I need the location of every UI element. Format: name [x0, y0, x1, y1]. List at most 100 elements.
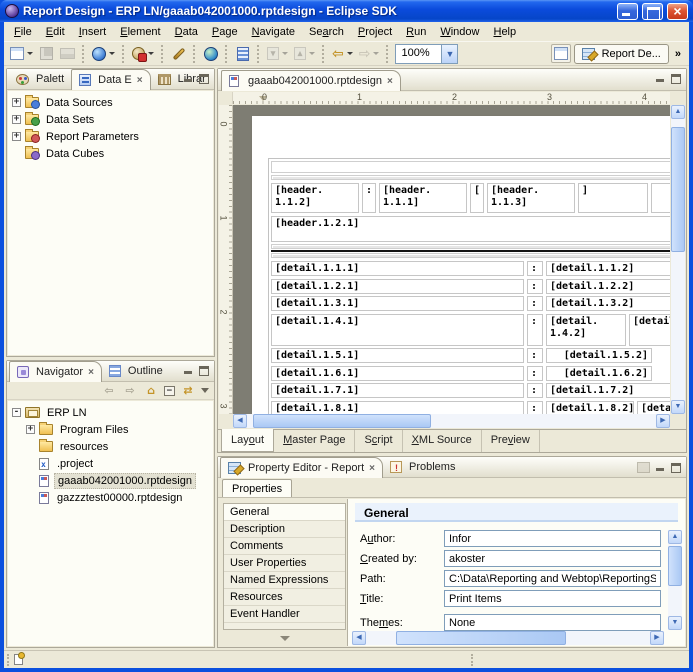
- category-user-properties[interactable]: User Properties: [224, 555, 345, 572]
- category-named-expressions[interactable]: Named Expressions: [224, 572, 345, 589]
- forward-button[interactable]: ⇨: [356, 43, 383, 64]
- zoom-dropdown-button[interactable]: ▼: [441, 44, 458, 64]
- scroll-down-icon[interactable]: [668, 616, 682, 630]
- field-input-author[interactable]: [444, 530, 661, 547]
- view-menu-icon[interactable]: [201, 388, 209, 393]
- view-menu-icon[interactable]: [637, 462, 650, 473]
- report-band-thin[interactable]: [271, 175, 670, 180]
- report-cell[interactable]: [detail.1.5.1]: [271, 348, 524, 363]
- back-button[interactable]: ⇦: [329, 43, 356, 64]
- prop-tab-problems[interactable]: Problems: [383, 457, 462, 477]
- minimize-view-icon[interactable]: [654, 74, 666, 84]
- report-cell[interactable]: [header. 1.1.2]: [271, 183, 359, 213]
- forward-icon[interactable]: ⇨: [122, 383, 138, 398]
- tree-item-data-cubes[interactable]: +Data Cubes: [8, 145, 213, 162]
- report-cell[interactable]: [detail.1.8.1]: [271, 401, 524, 415]
- tree-item-data-sets[interactable]: +Data Sets: [8, 111, 213, 128]
- report-cell[interactable]: :: [362, 183, 376, 213]
- nav-tab-navigator[interactable]: Navigator: [9, 361, 102, 382]
- report-cell[interactable]: :: [527, 279, 543, 294]
- report-cell[interactable]: [detail.1.3.2]: [546, 296, 670, 311]
- editor-tab[interactable]: gaaab042001000.rptdesign: [221, 70, 401, 91]
- tree-item-resources[interactable]: +resources: [8, 438, 213, 455]
- report-cell[interactable]: [: [470, 183, 484, 213]
- report-cell[interactable]: :: [527, 261, 543, 276]
- tree-toggle-icon[interactable]: +: [12, 98, 21, 107]
- report-design-perspective-button[interactable]: Report De...: [574, 44, 669, 64]
- tree-item--project[interactable]: +.project: [8, 455, 213, 472]
- report-cell[interactable]: [header. 1.1.1]: [379, 183, 467, 213]
- collapse-all-icon[interactable]: −: [164, 386, 175, 396]
- report-cell[interactable]: [detail.1.6.2]: [546, 366, 652, 381]
- field-input-path[interactable]: [444, 570, 661, 587]
- zoom-combo[interactable]: 100% ▼: [395, 44, 458, 64]
- tab-properties[interactable]: Properties: [222, 479, 292, 497]
- report-cell[interactable]: [detail.1.6.1]: [271, 366, 524, 381]
- maximize-view-icon[interactable]: [198, 74, 210, 84]
- scroll-thumb[interactable]: [671, 127, 685, 252]
- menu-project[interactable]: Project: [351, 24, 399, 40]
- tree-toggle-icon[interactable]: -: [12, 408, 21, 417]
- menu-run[interactable]: Run: [399, 24, 433, 40]
- report-cell[interactable]: :: [527, 348, 543, 363]
- web-button[interactable]: [200, 43, 221, 64]
- report-cell[interactable]: [detail.1.8.3]: [637, 401, 670, 415]
- menu-navigate[interactable]: Navigate: [245, 24, 302, 40]
- maximize-view-icon[interactable]: [670, 74, 682, 84]
- minimize-view-icon[interactable]: [182, 366, 194, 376]
- tab-layout[interactable]: Layout: [221, 429, 274, 452]
- scroll-up-icon[interactable]: [668, 530, 682, 544]
- close-tab-icon[interactable]: [369, 463, 375, 474]
- minimize-view-icon[interactable]: [182, 74, 194, 84]
- report-cell[interactable]: :: [527, 401, 543, 415]
- perspective-overflow-chevron[interactable]: »: [672, 48, 684, 60]
- tree-item-gazzztest00000-rptdesign[interactable]: +gazzztest00000.rptdesign: [8, 489, 213, 506]
- category-comments[interactable]: Comments: [224, 538, 345, 555]
- scroll-thumb[interactable]: [253, 414, 431, 428]
- tree-item-report-parameters[interactable]: +Report Parameters: [8, 128, 213, 145]
- menu-file[interactable]: File: [7, 24, 39, 40]
- close-tab-icon[interactable]: [88, 367, 94, 378]
- open-perspective-button[interactable]: [551, 44, 571, 63]
- menu-data[interactable]: Data: [168, 24, 205, 40]
- menu-element[interactable]: Element: [113, 24, 167, 40]
- save-button[interactable]: [36, 43, 57, 64]
- run-report-button[interactable]: [129, 43, 157, 64]
- link-editor-icon[interactable]: ⇄: [180, 383, 196, 398]
- report-cell[interactable]: ]: [578, 183, 648, 213]
- report-view-button[interactable]: [232, 43, 253, 64]
- report-cell[interactable]: [detail.1.1.2]: [546, 261, 670, 276]
- minimize-view-icon[interactable]: [654, 463, 666, 473]
- scroll-thumb[interactable]: [396, 631, 566, 645]
- report-cell[interactable]: [detail.1.7.1]: [271, 383, 524, 398]
- close-tab-icon[interactable]: [137, 75, 143, 86]
- maximize-button[interactable]: [642, 3, 663, 20]
- scroll-thumb[interactable]: [668, 546, 682, 586]
- tree-toggle-icon[interactable]: +: [12, 132, 21, 141]
- minimize-button[interactable]: [617, 3, 638, 20]
- scroll-down-icon[interactable]: [671, 400, 685, 414]
- up-icon[interactable]: ⌂: [143, 383, 159, 398]
- editor-horizontal-scrollbar[interactable]: [233, 414, 670, 428]
- scroll-right-icon[interactable]: [656, 414, 670, 428]
- zoom-value[interactable]: 100%: [395, 44, 441, 64]
- menu-edit[interactable]: Edit: [39, 24, 72, 40]
- scroll-left-icon[interactable]: [233, 414, 247, 428]
- scroll-up-icon[interactable]: [671, 105, 685, 119]
- report-band-thin[interactable]: [271, 244, 670, 249]
- maximize-view-icon[interactable]: [670, 463, 682, 473]
- list-scroll-down-icon[interactable]: [223, 632, 346, 644]
- print-button[interactable]: [57, 43, 78, 64]
- menu-window[interactable]: Window: [433, 24, 486, 40]
- tab-xml-source[interactable]: XML Source: [403, 430, 482, 452]
- prop-tab-property-editor-report[interactable]: Property Editor - Report: [220, 457, 383, 478]
- editor-vertical-scrollbar[interactable]: [671, 105, 685, 414]
- new-button[interactable]: [7, 43, 36, 64]
- tree-item-data-sources[interactable]: +Data Sources: [8, 94, 213, 111]
- tree-item-program-files[interactable]: +Program Files: [8, 421, 213, 438]
- next-annotation-button[interactable]: ▾: [264, 43, 291, 64]
- preview-report-button[interactable]: [89, 43, 118, 64]
- menu-search[interactable]: Search: [302, 24, 351, 40]
- report-cell[interactable]: [detail. 1.4.2]: [546, 314, 626, 346]
- report-group-header-cell[interactable]: [header.1.2.1]: [271, 216, 670, 242]
